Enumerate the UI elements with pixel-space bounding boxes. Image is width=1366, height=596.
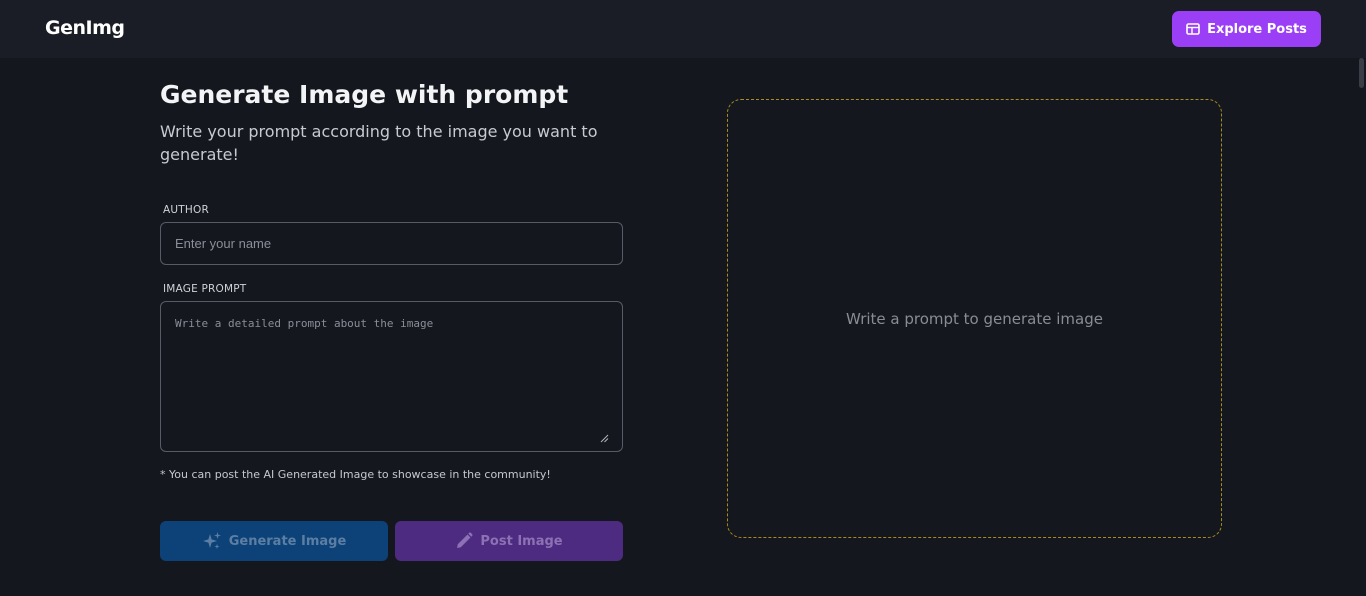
author-label: AUTHOR <box>163 204 209 216</box>
scrollbar-thumb[interactable] <box>1359 58 1364 88</box>
cards-icon <box>1186 23 1200 35</box>
post-image-label: Post Image <box>480 533 563 549</box>
page-subtitle: Write your prompt according to the image… <box>160 122 598 164</box>
navbar: GenImg Explore Posts <box>0 0 1366 58</box>
image-prompt-textarea[interactable] <box>160 301 623 452</box>
explore-posts-label: Explore Posts <box>1207 21 1307 37</box>
resize-grip-icon[interactable] <box>600 428 609 443</box>
generate-image-label: Generate Image <box>228 533 347 549</box>
image-prompt-label: IMAGE PROMPT <box>163 283 247 295</box>
app-logo[interactable]: GenImg <box>45 17 125 39</box>
page-scrollbar[interactable] <box>1358 58 1366 596</box>
helper-text: * You can post the AI Generated Image to… <box>160 468 551 481</box>
page-title: Generate Image with prompt <box>160 80 569 109</box>
sparkles-icon <box>202 531 222 551</box>
preview-placeholder: Write a prompt to generate image <box>846 309 1103 328</box>
post-image-button[interactable]: Post Image <box>395 521 623 561</box>
generate-image-button[interactable]: Generate Image <box>160 521 388 561</box>
explore-posts-button[interactable]: Explore Posts <box>1172 11 1321 47</box>
pencil-icon <box>455 532 473 550</box>
image-preview-box: Write a prompt to generate image <box>727 99 1222 538</box>
author-input[interactable] <box>160 222 623 265</box>
